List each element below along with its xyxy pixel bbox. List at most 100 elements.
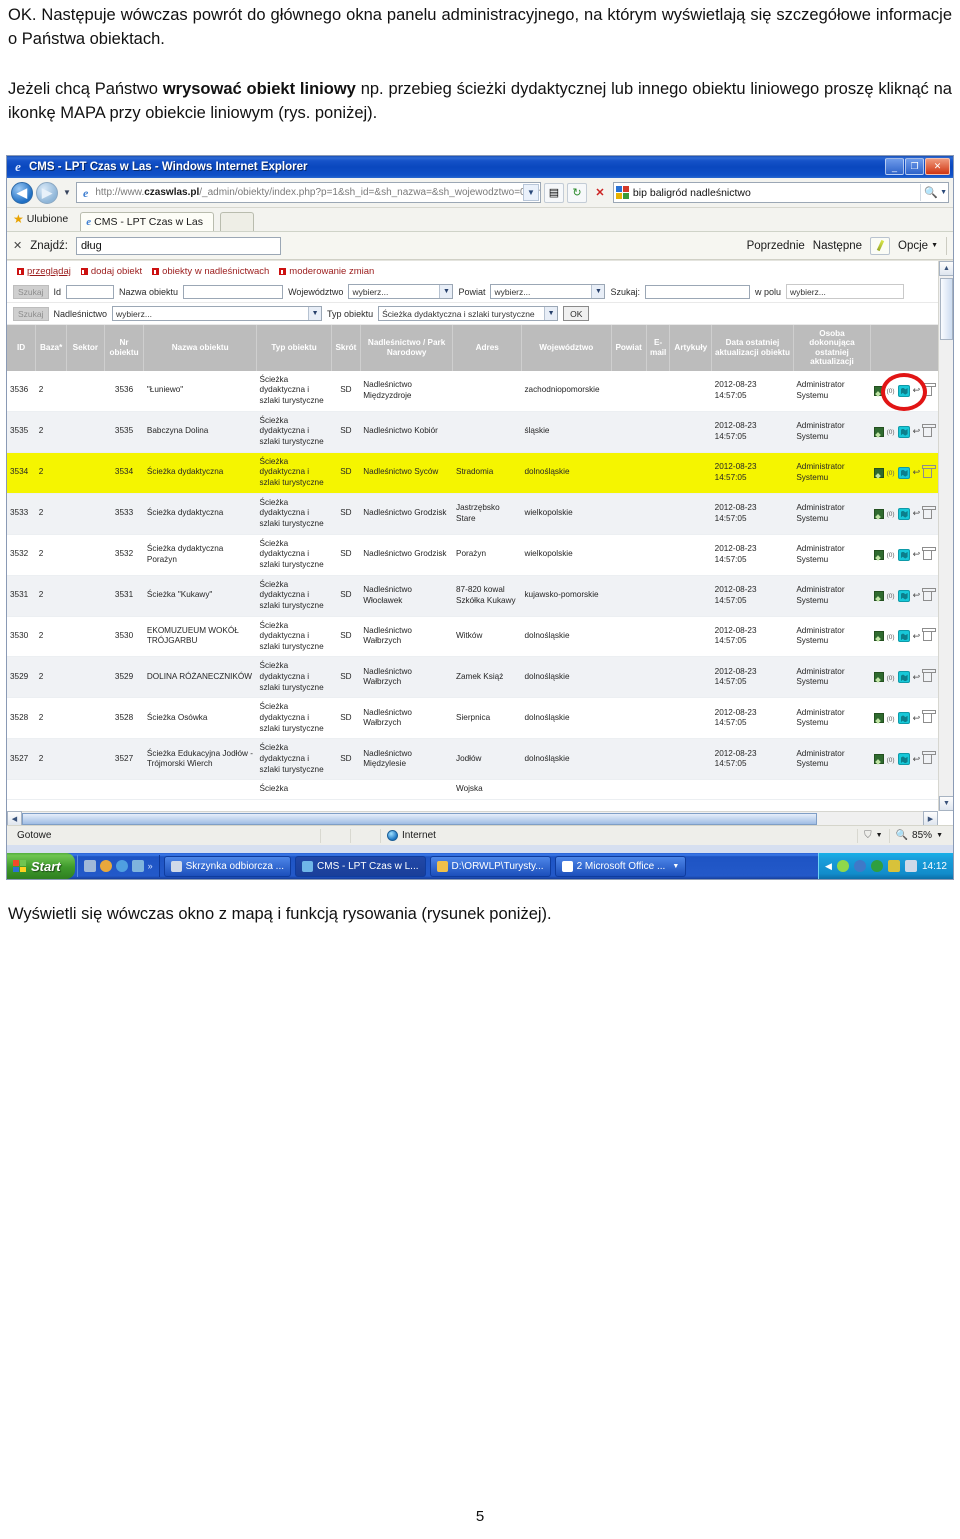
column-header-email[interactable]: E-mail xyxy=(646,325,671,371)
delete-icon[interactable] xyxy=(922,546,937,560)
recent-pages-chevron-down-icon[interactable]: ▼ xyxy=(61,188,73,197)
taskbar-item[interactable]: D:\ORWLP\Turysty... xyxy=(429,855,551,877)
photo-icon[interactable] xyxy=(873,754,884,765)
column-header-nadlesnictwo[interactable]: Nadleśnictwo / Park Narodowy xyxy=(360,325,454,371)
highlight-all-icon[interactable] xyxy=(870,236,891,255)
filter-id-input[interactable] xyxy=(66,284,115,299)
restore-icon[interactable]: ↩ xyxy=(913,385,921,397)
map-icon[interactable] xyxy=(897,712,910,725)
nav-link-przegladaj[interactable]: przeglądaj xyxy=(17,266,71,277)
table-row[interactable]: 3531 2 3531 Ścieżka "Kukawy" Ścieżka dydakty… xyxy=(7,575,953,617)
table-row[interactable]: 3528 2 3528 Ścieżka Osówka Ścieżka dydaktycz… xyxy=(7,697,953,740)
column-header-adres[interactable]: Adres xyxy=(452,325,522,371)
close-button[interactable]: ✕ xyxy=(925,158,950,175)
map-icon[interactable] xyxy=(897,753,910,766)
map-icon[interactable] xyxy=(897,384,910,397)
map-icon[interactable] xyxy=(897,507,910,520)
tray-clock[interactable]: 14:12 xyxy=(922,861,947,872)
restore-icon[interactable]: ↩ xyxy=(913,672,921,684)
search-button-row2[interactable]: Szukaj xyxy=(13,306,49,321)
tray-updates-icon[interactable] xyxy=(870,860,883,872)
column-header-baza[interactable]: Baza* xyxy=(35,325,68,371)
photo-icon[interactable] xyxy=(873,590,884,601)
filter-search-input[interactable] xyxy=(644,284,750,299)
tray-antivirus-icon[interactable] xyxy=(836,860,849,872)
address-bar[interactable]: e http://www.czaswlas.pl/_admin/obiekty/… xyxy=(75,182,541,203)
table-row[interactable]: 3530 2 3530 EKOMUZUEUM WOKÓŁ TRÓJGARBU Ścież… xyxy=(7,616,953,658)
restore-icon[interactable]: ↩ xyxy=(913,549,921,561)
table-row-partial[interactable]: Ścieżka Wojska xyxy=(7,779,953,801)
tray-network-icon[interactable] xyxy=(853,860,866,872)
restore-icon[interactable]: ↩ xyxy=(913,467,921,479)
page-horizontal-scrollbar[interactable]: ◀ ▶ xyxy=(7,811,938,825)
table-row[interactable]: 3532 2 3532 Ścieżka dydaktyczna Porażyn Ście… xyxy=(7,534,953,576)
page-vertical-scrollbar[interactable]: ▲ ▼ xyxy=(938,261,953,811)
photo-icon[interactable] xyxy=(873,672,884,683)
find-previous-button[interactable]: Poprzednie xyxy=(747,240,805,252)
find-options-button[interactable]: Opcje ▼ xyxy=(898,240,938,252)
taskbar-group-chevron-down-icon[interactable]: ▼ xyxy=(672,863,679,870)
column-header-sektor[interactable]: Sektor xyxy=(66,325,105,371)
delete-icon[interactable] xyxy=(922,505,937,519)
quicklaunch-overflow-chevron-icon[interactable]: » xyxy=(148,861,153,871)
filter-name-input[interactable] xyxy=(183,284,284,299)
filter-type-select[interactable]: Ścieżka dydaktyczna i szlaki turystyczne… xyxy=(378,306,559,321)
delete-icon[interactable] xyxy=(922,587,937,601)
photo-icon[interactable] xyxy=(873,631,884,642)
taskbar-item[interactable]: CMS - LPT Czas w L... xyxy=(295,855,426,877)
column-header-artykuly[interactable]: Artykuły xyxy=(669,325,713,371)
column-header-id[interactable]: ID xyxy=(7,325,37,371)
forward-button-icon[interactable]: ▶ xyxy=(36,181,58,204)
delete-icon[interactable] xyxy=(922,423,937,437)
photo-icon[interactable] xyxy=(873,713,884,724)
new-tab-button[interactable] xyxy=(220,212,255,231)
filter-voivodeship-select[interactable]: wybierz... ▼ xyxy=(348,284,454,299)
horizontal-scroll-thumb[interactable] xyxy=(22,812,817,825)
ok-button[interactable]: OK xyxy=(563,306,590,321)
minimize-button[interactable]: _ xyxy=(885,158,904,175)
restore-icon[interactable]: ↩ xyxy=(913,754,921,766)
nav-link-dodaj-obiekt[interactable]: dodaj obiekt xyxy=(80,266,142,277)
restore-icon[interactable]: ↩ xyxy=(913,713,921,725)
scroll-right-arrow-icon[interactable]: ▶ xyxy=(923,811,938,825)
browser-tab-active[interactable]: e CMS - LPT Czas w Las xyxy=(80,212,215,231)
restore-icon[interactable]: ↩ xyxy=(913,426,921,438)
column-header-nazwa-obiektu[interactable]: Nazwa obiektu xyxy=(143,325,258,371)
filter-forest-select[interactable]: wybierz... ▼ xyxy=(112,306,323,321)
tray-expand-chevron-left-icon[interactable]: ◀ xyxy=(825,861,832,872)
column-header-nr-obiektu[interactable]: Nr obiektu xyxy=(104,325,145,371)
taskbar-item[interactable]: 2 Microsoft Office ... ▼ xyxy=(554,855,687,877)
quicklaunch-desktop-icon[interactable] xyxy=(131,860,144,872)
quicklaunch-ie-icon[interactable] xyxy=(115,860,128,872)
quicklaunch-outlook-icon[interactable] xyxy=(83,860,96,872)
restore-button[interactable]: ❐ xyxy=(905,158,924,175)
restore-icon[interactable]: ↩ xyxy=(913,508,921,520)
photo-icon[interactable] xyxy=(873,385,884,396)
favorites-button[interactable]: ★ Ulubione xyxy=(13,212,74,231)
search-magnifier-icon[interactable]: 🔍 xyxy=(924,186,938,199)
scroll-left-arrow-icon[interactable]: ◀ xyxy=(7,811,22,825)
scroll-down-arrow-icon[interactable]: ▼ xyxy=(939,796,953,811)
column-header-skrot[interactable]: Skrót xyxy=(331,325,361,371)
refresh-icon[interactable]: ↻ xyxy=(566,182,587,203)
close-find-bar-icon[interactable]: ✕ xyxy=(13,239,22,252)
photo-icon[interactable] xyxy=(873,508,884,519)
delete-icon[interactable] xyxy=(922,669,937,683)
map-icon[interactable] xyxy=(897,671,910,684)
photo-icon[interactable] xyxy=(873,549,884,560)
filter-in-field-select[interactable]: wybierz... xyxy=(785,284,904,299)
start-button[interactable]: Start xyxy=(7,853,75,879)
stop-icon[interactable]: ✕ xyxy=(590,183,610,203)
column-header-powiat[interactable]: Powiat xyxy=(611,325,647,371)
address-dropdown-chevron-down-icon[interactable]: ▼ xyxy=(522,184,539,201)
nav-link-moderowanie-zmian[interactable]: moderowanie zmian xyxy=(279,266,374,277)
search-box[interactable]: bip baligród nadleśnictwo 🔍 ▼ xyxy=(612,182,949,203)
filter-county-select[interactable]: wybierz... ▼ xyxy=(490,284,606,299)
search-button-row1[interactable]: Szukaj xyxy=(13,284,49,299)
column-header-osoba[interactable]: Osoba dokonująca ostatniej aktualizacji xyxy=(793,325,872,371)
taskbar-item[interactable]: Skrzynka odbiorcza ... xyxy=(163,855,292,877)
table-row[interactable]: 3533 2 3533 Ścieżka dydaktyczna Ścieżka dyda… xyxy=(7,493,953,535)
back-button-icon[interactable]: ◀ xyxy=(11,181,33,204)
quicklaunch-media-icon[interactable] xyxy=(99,860,112,872)
delete-icon[interactable] xyxy=(922,710,937,724)
